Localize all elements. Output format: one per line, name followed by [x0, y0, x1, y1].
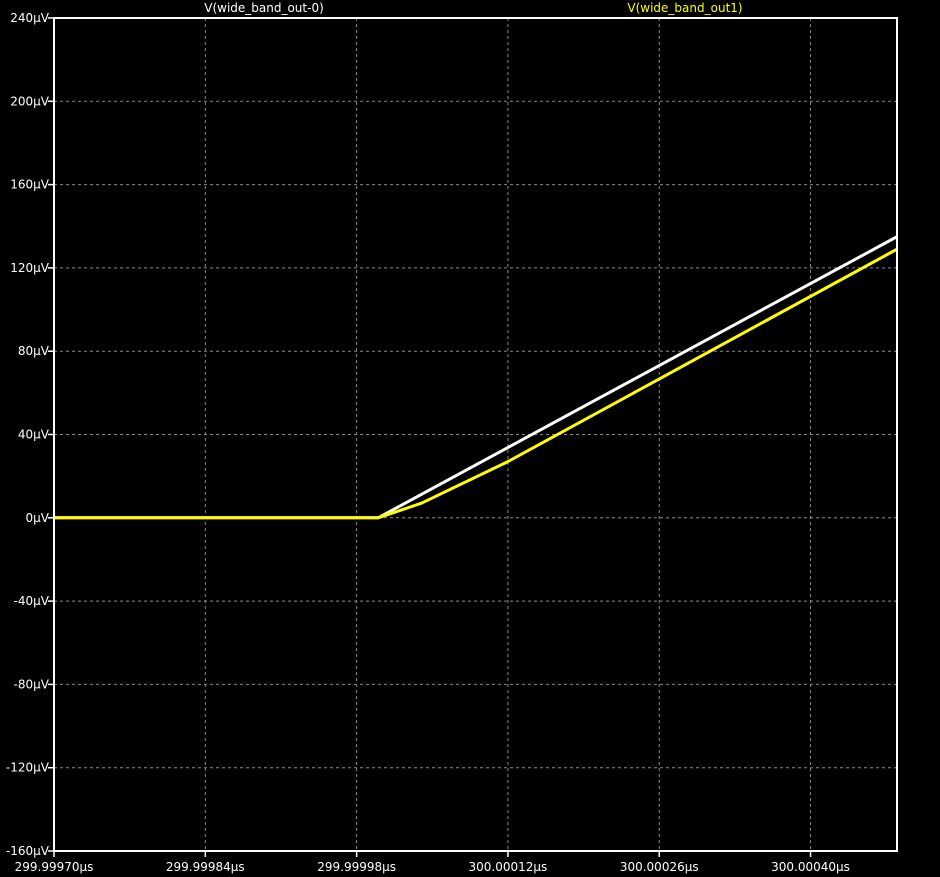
- x-tick-label: 299.99970µs: [15, 860, 94, 874]
- legend-label-series-1: V(wide_band_out1): [627, 1, 742, 15]
- y-tick-label: 40µV: [18, 428, 50, 442]
- y-tick-label: 240µV: [10, 11, 50, 25]
- legend-label-series-0: V(wide_band_out-0): [204, 1, 324, 15]
- y-tick-label: 160µV: [10, 178, 50, 192]
- y-tick-label: 80µV: [18, 344, 50, 358]
- x-tick-label: 299.99984µs: [166, 860, 245, 874]
- waveform-plot: 240µV 200µV 160µV 120µV 80µV 40µV 0µV -40µV -80µ…: [0, 0, 940, 877]
- y-tick-label: 200µV: [10, 94, 50, 108]
- x-tick-label: 300.00040µs: [771, 860, 850, 874]
- y-tick-label: -160µV: [6, 844, 50, 858]
- y-tick-label: 0µV: [26, 511, 50, 525]
- x-tick-label: 300.00026µs: [620, 860, 699, 874]
- y-tick-label: -80µV: [14, 677, 50, 691]
- y-tick-label: 120µV: [10, 261, 50, 275]
- y-tick-label: -40µV: [14, 594, 50, 608]
- plot-background: [0, 0, 940, 877]
- x-tick-label: 300.00012µs: [469, 860, 548, 874]
- y-tick-label: -120µV: [6, 761, 50, 775]
- x-tick-label: 299.99998µs: [317, 860, 396, 874]
